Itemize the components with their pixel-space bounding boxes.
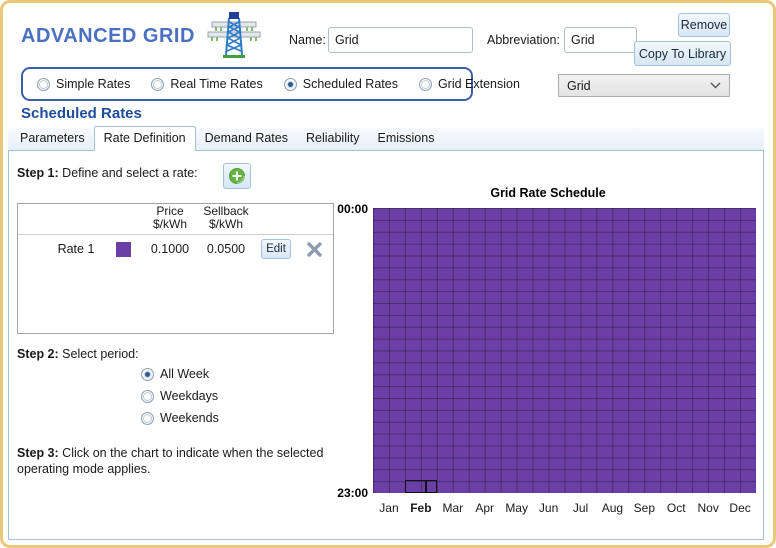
step3-text: Step 3: Click on the chart to indicate w… — [17, 445, 339, 477]
rate-table: Price $/kWh Sellback $/kWh Rate 1 0.1000… — [17, 203, 334, 334]
rate-sellback: 0.0500 — [198, 242, 254, 256]
step2-text: Step 2: Select period: — [17, 347, 139, 361]
month-label: Dec — [724, 501, 756, 515]
radio-all-week[interactable]: All Week — [141, 367, 209, 381]
y-axis-label-bottom: 23:00 — [334, 486, 368, 500]
transmission-tower-icon — [203, 10, 265, 60]
chart-title: Grid Rate Schedule — [340, 186, 756, 200]
x-axis-month-labels: Jan Feb Mar Apr May Jun Jul Aug Sep Oct … — [373, 501, 756, 515]
tab-demand-rates[interactable]: Demand Rates — [196, 127, 297, 150]
remove-button[interactable]: Remove — [678, 13, 730, 37]
radio-scheduled-rates[interactable]: Scheduled Rates — [284, 77, 398, 91]
rate-price: 0.1000 — [142, 242, 198, 256]
month-label: Sep — [628, 501, 660, 515]
abbreviation-label: Abbreviation: — [487, 33, 560, 47]
name-label: Name: — [289, 33, 326, 47]
copy-to-library-button[interactable]: Copy To Library — [634, 41, 731, 66]
radio-icon-checked — [141, 368, 154, 381]
month-label: Nov — [692, 501, 724, 515]
y-axis-label-top: 00:00 — [334, 202, 368, 216]
plus-icon — [228, 167, 246, 185]
radio-real-time-rates[interactable]: Real Time Rates — [151, 77, 262, 91]
advanced-grid-window: ADVANCED GRID Name: Abbreviation: Remove… — [0, 0, 776, 548]
grid-rate-schedule-chart[interactable] — [373, 208, 756, 493]
month-label: Aug — [596, 501, 628, 515]
table-row[interactable]: Rate 1 0.1000 0.0500 Edit — [18, 235, 333, 263]
cell-divider — [425, 481, 427, 492]
radio-icon — [141, 412, 154, 425]
month-label: Jul — [565, 501, 597, 515]
radio-grid-extension[interactable]: Grid Extension — [419, 77, 520, 91]
month-label: Oct — [660, 501, 692, 515]
radio-weekdays[interactable]: Weekdays — [141, 389, 218, 403]
radio-simple-rates[interactable]: Simple Rates — [37, 77, 130, 91]
delete-rate-icon[interactable] — [306, 242, 323, 257]
radio-icon — [141, 390, 154, 403]
name-input[interactable] — [328, 27, 473, 53]
month-label: Jan — [373, 501, 405, 515]
sellback-column-header: Sellback $/kWh — [198, 205, 254, 231]
rate-type-group: Simple Rates Real Time Rates Scheduled R… — [21, 67, 473, 101]
page-title: ADVANCED GRID — [21, 25, 195, 48]
radio-icon — [151, 78, 164, 91]
tab-reliability[interactable]: Reliability — [297, 127, 369, 150]
grid-select-dropdown[interactable]: Grid — [558, 74, 730, 97]
radio-icon — [37, 78, 50, 91]
section-title: Scheduled Rates — [21, 105, 142, 122]
abbreviation-input[interactable] — [564, 27, 637, 53]
radio-icon-checked — [284, 78, 297, 91]
tab-rate-definition[interactable]: Rate Definition — [94, 126, 196, 151]
tab-strip: Parameters Rate Definition Demand Rates … — [8, 128, 764, 151]
edit-rate-button[interactable]: Edit — [261, 239, 291, 259]
chevron-down-icon — [710, 82, 721, 89]
radio-icon — [419, 78, 432, 91]
add-rate-button[interactable] — [223, 163, 251, 189]
rate-color-swatch — [116, 242, 131, 257]
month-label: May — [501, 501, 533, 515]
rate-name: Rate 1 — [48, 242, 104, 256]
month-label: Jun — [533, 501, 565, 515]
step1-text: Step 1: Define and select a rate: — [17, 166, 198, 180]
month-label: Mar — [437, 501, 469, 515]
radio-weekends[interactable]: Weekends — [141, 411, 219, 425]
selected-cells-outline — [405, 480, 437, 493]
tab-parameters[interactable]: Parameters — [11, 127, 94, 150]
month-label-bold: Feb — [405, 501, 437, 515]
tab-emissions[interactable]: Emissions — [368, 127, 443, 150]
rate-table-header: Price $/kWh Sellback $/kWh — [18, 204, 333, 233]
price-column-header: Price $/kWh — [142, 205, 198, 231]
month-label: Apr — [469, 501, 501, 515]
